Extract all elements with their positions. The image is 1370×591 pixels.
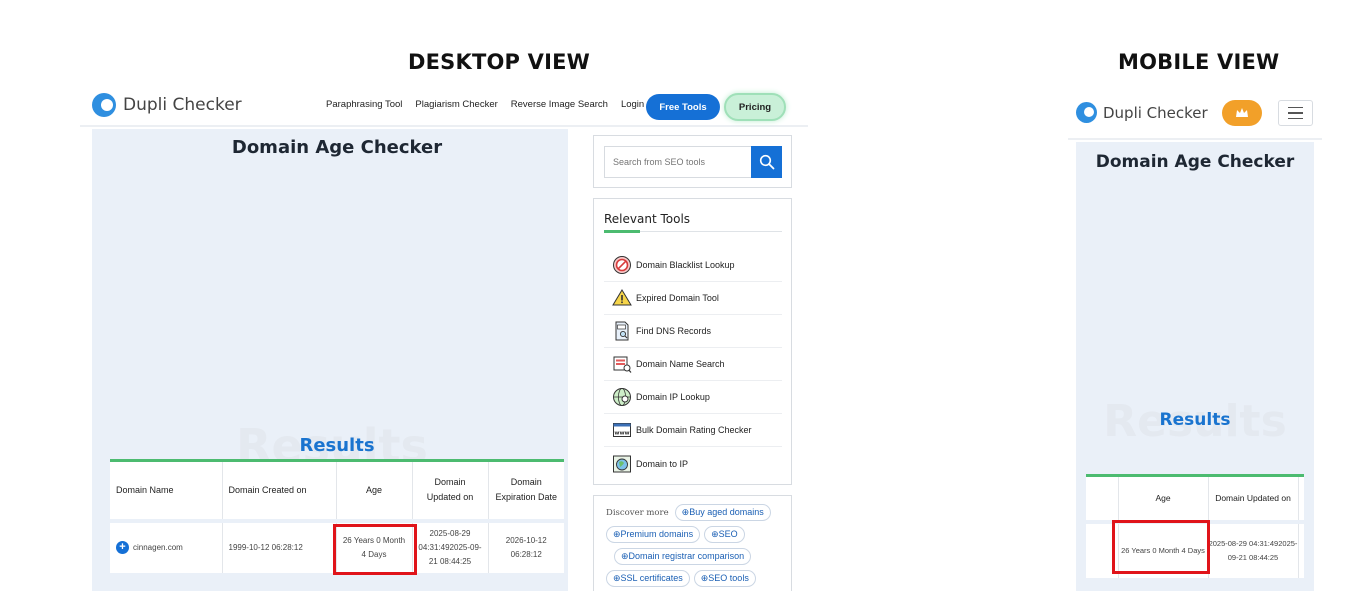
col-next-cut	[1298, 475, 1304, 524]
col-domain-name: Domain Name	[110, 460, 223, 523]
mobile-navbar: Dupli Checker	[1068, 92, 1322, 140]
mobile-page-title: Domain Age Checker	[1095, 152, 1295, 172]
hamburger-menu-button[interactable]	[1278, 100, 1313, 126]
www-icon: www	[612, 420, 632, 440]
svg-text:www: www	[614, 431, 629, 437]
search-icon	[759, 154, 774, 170]
logo[interactable]: Dupli Checker	[92, 93, 242, 117]
results-heading: Results	[299, 435, 375, 456]
premium-crown-button[interactable]	[1222, 100, 1262, 126]
desktop-view-heading: DESKTOP VIEW	[408, 50, 591, 74]
dupli-checker-logo-icon	[1076, 102, 1097, 123]
col-domain-updated: Domain Updated on	[412, 460, 489, 523]
seo-search-panel	[593, 135, 792, 188]
col-domain-updated: Domain Updated on	[1208, 475, 1299, 524]
discover-more-panel: Discover more Buy aged domains Premium d…	[593, 495, 792, 591]
table-header-row: Domain Name Domain Created on Age Domain…	[110, 460, 564, 523]
title-divider	[604, 230, 782, 233]
table-header-row: Age Domain Updated on	[1086, 475, 1304, 524]
search-button[interactable]	[751, 146, 782, 178]
chip-domain-registrar-comparison[interactable]: Domain registrar comparison	[614, 548, 752, 565]
mobile-logo[interactable]: Dupli Checker	[1076, 102, 1208, 123]
desktop-screenshot: Dupli Checker Paraphrasing Tool Plagiari…	[80, 85, 810, 591]
globe-ip-icon	[612, 454, 632, 474]
dupli-checker-logo-icon	[92, 93, 116, 117]
relevant-tools-title: Relevant Tools	[604, 212, 691, 226]
mobile-view-heading: MOBILE VIEW	[1118, 50, 1280, 74]
blacklist-icon	[612, 255, 632, 275]
col-domain-cut	[1086, 475, 1119, 524]
col-domain-expiration: Domain Expiration Date	[488, 460, 564, 523]
crown-icon	[1236, 108, 1248, 117]
menu-line-icon	[1288, 106, 1303, 109]
tool-item-expired-domain-tool[interactable]: Expired Domain Tool	[604, 282, 782, 315]
relevant-tools-list: Domain Blacklist Lookup Expired Domain T…	[604, 249, 782, 480]
mobile-logo-text: Dupli Checker	[1103, 103, 1208, 122]
chip-seo[interactable]: SEO	[704, 526, 745, 543]
nav-link-paraphrasing-tool[interactable]: Paraphrasing Tool	[326, 99, 402, 110]
dns-file-icon	[612, 321, 632, 341]
tool-item-domain-to-ip[interactable]: Domain to IP	[604, 447, 782, 480]
relevant-tools-panel: Relevant Tools Domain Blacklist Lookup E…	[593, 198, 792, 485]
chip-buy-aged-domains[interactable]: Buy aged domains	[674, 504, 771, 521]
cell-domain: + cinnagen.com	[110, 520, 223, 573]
chip-premium-domains[interactable]: Premium domains	[606, 526, 701, 543]
col-age: Age	[336, 460, 413, 523]
mobile-screenshot: Dupli Checker Domain Age Checker Results…	[1068, 92, 1322, 591]
cell-updated: 2025-08-29 04:31:492025-09-21 08:44:25	[1208, 521, 1299, 578]
age-highlight-box	[333, 524, 417, 575]
chip-ssl-certificates[interactable]: SSL certificates	[606, 570, 690, 587]
warning-icon	[612, 288, 632, 308]
chip-seo-tools[interactable]: SEO tools	[693, 570, 756, 587]
page-title: Domain Age Checker	[231, 137, 443, 158]
pricing-button[interactable]: Pricing	[724, 93, 786, 121]
discover-chips: Discover more Buy aged domains Premium d…	[606, 504, 786, 587]
search-list-icon	[612, 354, 632, 374]
discover-more-label: Discover more	[606, 507, 669, 518]
nav-link-login[interactable]: Login	[621, 99, 644, 110]
ip-globe-icon	[612, 387, 632, 407]
seo-search-input[interactable]	[604, 146, 752, 178]
col-domain-created: Domain Created on	[222, 460, 337, 523]
free-tools-button[interactable]: Free Tools	[646, 94, 720, 120]
tool-item-bulk-domain-rating-checker[interactable]: www Bulk Domain Rating Checker	[604, 414, 782, 447]
tool-item-domain-blacklist-lookup[interactable]: Domain Blacklist Lookup	[604, 249, 782, 282]
cell-expiration: 2026-10-12 06:28:12	[505, 535, 547, 559]
tool-item-find-dns-records[interactable]: Find DNS Records	[604, 315, 782, 348]
desktop-navbar: Dupli Checker Paraphrasing Tool Plagiari…	[80, 85, 808, 127]
cell-created: 1999-10-12 06:28:12	[222, 520, 337, 573]
logo-text: Dupli Checker	[123, 95, 242, 115]
cell-updated: 2025-08-29 04:31:492025-09-21 08:44:25	[412, 520, 489, 573]
col-age: Age	[1118, 475, 1209, 524]
expand-plus-icon[interactable]: +	[116, 540, 129, 554]
menu-line-icon	[1288, 117, 1303, 120]
cell-next-cut	[1298, 522, 1304, 578]
tool-item-domain-ip-lookup[interactable]: Domain IP Lookup	[604, 381, 782, 414]
mobile-results-heading: Results	[1159, 410, 1231, 430]
nav-link-plagiarism-checker[interactable]: Plagiarism Checker	[415, 99, 497, 110]
nav-links: Paraphrasing Tool Plagiarism Checker Rev…	[326, 99, 644, 110]
nav-link-reverse-image-search[interactable]: Reverse Image Search	[511, 99, 608, 110]
menu-line-icon	[1288, 112, 1303, 114]
mobile-age-highlight-box	[1112, 520, 1210, 574]
tool-item-domain-name-search[interactable]: Domain Name Search	[604, 348, 782, 381]
